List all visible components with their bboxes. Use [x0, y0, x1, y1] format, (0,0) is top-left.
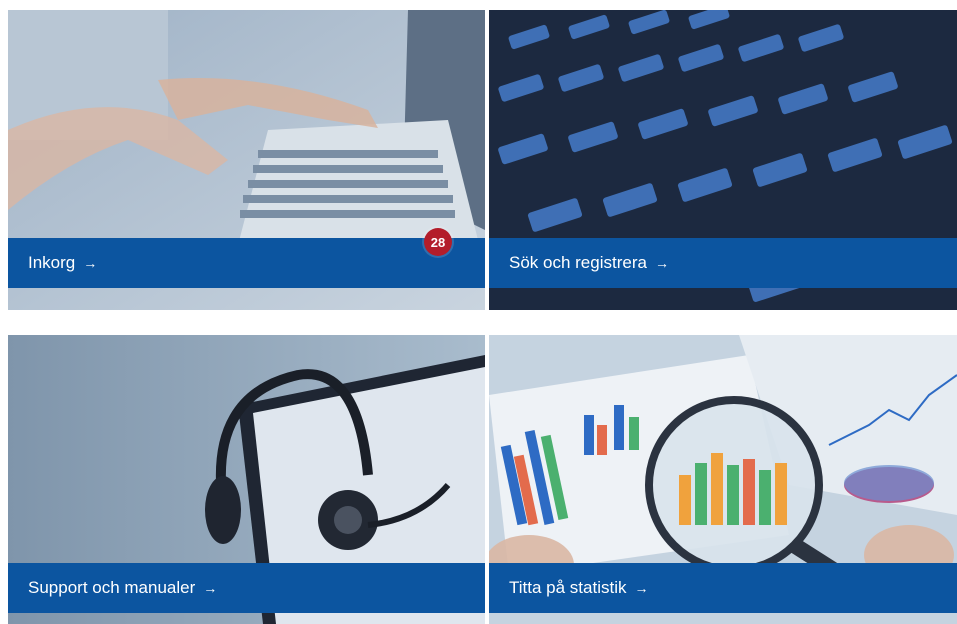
support-banner[interactable]: Support och manualer →	[8, 563, 485, 613]
search-label: Sök och registrera	[509, 253, 647, 272]
arrow-right-icon: →	[654, 255, 669, 271]
stats-banner[interactable]: Titta på statistik →	[489, 563, 957, 613]
stats-label: Titta på statistik	[509, 578, 627, 597]
unread-count-badge: 28	[424, 228, 452, 256]
tile-search[interactable]: Sök och registrera →	[489, 10, 957, 310]
tile-stats[interactable]: Titta på statistik →	[489, 335, 957, 624]
tile-inbox[interactable]: Inkorg → 28	[8, 10, 485, 310]
arrow-right-icon: →	[83, 255, 98, 271]
arrow-right-icon: →	[203, 580, 218, 596]
arrow-right-icon: →	[634, 580, 649, 596]
search-banner[interactable]: Sök och registrera →	[489, 238, 957, 288]
inbox-label: Inkorg	[28, 253, 76, 272]
tile-support[interactable]: Support och manualer →	[8, 335, 485, 624]
support-label: Support och manualer	[28, 578, 196, 597]
inbox-banner[interactable]: Inkorg →	[8, 238, 485, 288]
